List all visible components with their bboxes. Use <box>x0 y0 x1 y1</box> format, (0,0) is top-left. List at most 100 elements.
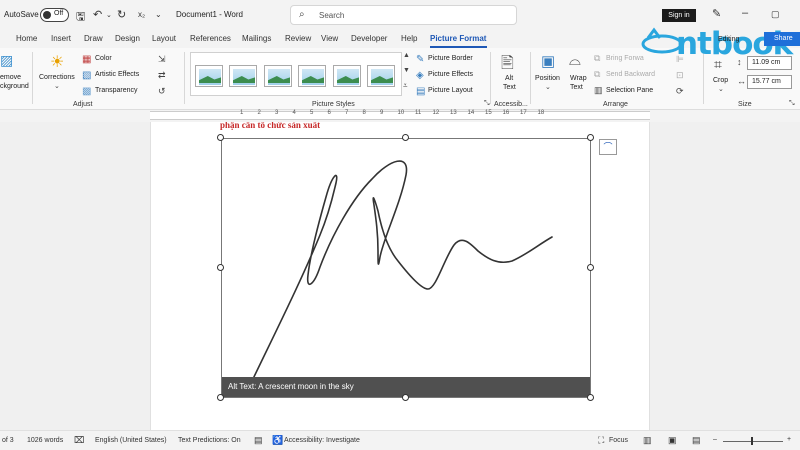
accessibility-status[interactable]: Accessibility: Investigate <box>284 437 360 444</box>
resize-handle-top[interactable] <box>402 134 409 141</box>
group-objects-icon[interactable]: ⊡ <box>676 70 684 81</box>
ruler-number: 11 <box>415 110 422 116</box>
size-launcher-icon[interactable]: ⤡ <box>789 100 795 108</box>
save-icon[interactable]: 🖫 <box>76 8 85 27</box>
transparency-button[interactable]: Transparency <box>95 87 138 94</box>
picture-styles-launcher-icon[interactable]: ⤡ <box>484 100 490 108</box>
document-heading-text[interactable]: phận cần tổ chức sản xuất <box>220 122 320 130</box>
reset-picture-icon[interactable]: ↺ <box>158 86 166 97</box>
group-arrange-label: Arrange <box>603 101 628 108</box>
resize-handle-bottom[interactable] <box>402 394 409 401</box>
wrap-text-icon[interactable]: ⌓ <box>569 52 581 69</box>
tab-mailings[interactable]: Mailings <box>242 34 271 43</box>
customize-qat-icon[interactable]: ⌄ <box>155 10 162 19</box>
tab-draw[interactable]: Draw <box>84 34 103 43</box>
focus-icon[interactable]: ⛶ <box>598 435 604 446</box>
zoom-slider-knob[interactable] <box>751 437 753 445</box>
gallery-scroll-down-icon[interactable]: ▼ <box>403 67 410 74</box>
wrap-text-label-2[interactable]: Text <box>570 84 583 91</box>
shape-width-input[interactable]: 15.77 cm <box>747 75 792 89</box>
selected-picture[interactable]: Alt Text: A crescent moon in the sky <box>221 138 591 398</box>
autosave-toggle[interactable]: Off <box>40 8 69 22</box>
color-button[interactable]: Color <box>95 55 112 62</box>
restore-icon[interactable]: ▢ <box>771 9 780 20</box>
print-layout-icon[interactable]: ▣ <box>668 435 677 446</box>
resize-handle-top-left[interactable] <box>217 134 224 141</box>
search-box[interactable]: ⌕ Search <box>290 5 517 25</box>
crop-dropdown-icon[interactable]: ⌄ <box>718 85 724 93</box>
picture-style-thumbnail[interactable] <box>333 65 361 87</box>
pen-icon[interactable]: ✎ <box>712 7 721 20</box>
corrections-icon[interactable]: ☀ <box>50 52 64 72</box>
tab-design[interactable]: Design <box>115 34 140 43</box>
text-predictions-status[interactable]: Text Predictions: On <box>178 437 241 444</box>
group-adjust-label: Adjust <box>73 101 93 108</box>
undo-dropdown-icon[interactable]: ⌄ <box>106 11 112 19</box>
tab-picture-format[interactable]: Picture Format <box>430 34 486 43</box>
tab-help[interactable]: Help <box>401 34 417 43</box>
tab-layout[interactable]: Layout <box>152 34 176 43</box>
corrections-button[interactable]: Corrections <box>39 74 75 81</box>
page-count[interactable]: of 3 <box>2 437 14 444</box>
zoom-slider[interactable] <box>723 441 783 442</box>
resize-handle-bottom-right[interactable] <box>587 394 594 401</box>
picture-layout-button[interactable]: Picture Layout <box>428 87 473 94</box>
editing-mode-button[interactable]: Editing <box>718 36 739 43</box>
wrap-text-label-1[interactable]: Wrap <box>570 75 587 82</box>
alt-text-label-2[interactable]: Text <box>503 84 516 91</box>
remove-background-label-1[interactable]: emove <box>0 74 21 81</box>
picture-border-button[interactable]: Picture Border <box>428 55 473 62</box>
selection-pane-button[interactable]: Selection Pane <box>606 87 653 94</box>
resize-handle-right[interactable] <box>587 264 594 271</box>
picture-style-thumbnail[interactable] <box>264 65 292 87</box>
alt-text-label-1[interactable]: Alt <box>505 75 513 82</box>
position-button[interactable]: Position <box>535 75 560 82</box>
layout-options-icon[interactable]: ⌒ <box>599 139 617 155</box>
corrections-dropdown-icon[interactable]: ⌄ <box>54 82 60 90</box>
zoom-out-icon[interactable]: – <box>713 436 717 443</box>
resize-handle-left[interactable] <box>217 264 224 271</box>
accessibility-icon[interactable]: ♿ <box>272 435 283 446</box>
gallery-scroll-up-icon[interactable]: ▲ <box>403 52 410 59</box>
read-mode-icon[interactable]: ▥ <box>643 435 652 446</box>
proofing-icon[interactable]: ⌧ <box>74 435 84 446</box>
redo-icon[interactable]: ↻ <box>117 8 126 21</box>
picture-style-thumbnail[interactable] <box>229 65 257 87</box>
sign-in-button[interactable]: Sign in <box>662 9 696 22</box>
word-count[interactable]: 1026 words <box>27 437 63 444</box>
artistic-effects-button[interactable]: Artistic Effects <box>95 71 139 78</box>
position-icon[interactable]: ▣ <box>541 52 555 70</box>
picture-effects-button[interactable]: Picture Effects <box>428 71 473 78</box>
tab-references[interactable]: References <box>190 34 231 43</box>
focus-button[interactable]: Focus <box>609 437 628 444</box>
web-layout-icon[interactable]: ▤ <box>692 435 701 446</box>
picture-style-thumbnail[interactable] <box>367 65 395 87</box>
send-backward-button[interactable]: Send Backward <box>606 71 655 78</box>
language-status[interactable]: English (United States) <box>95 437 167 444</box>
undo-icon[interactable]: ↶ <box>93 8 102 21</box>
ruler-number: 4 <box>292 110 296 116</box>
remove-background-label-2[interactable]: ckground <box>0 83 29 90</box>
minimize-icon[interactable]: – <box>742 7 748 19</box>
crop-button[interactable]: Crop <box>713 77 728 84</box>
share-button[interactable]: Share <box>764 32 800 46</box>
resize-handle-top-right[interactable] <box>587 134 594 141</box>
remove-background-icon[interactable]: ▨ <box>0 52 13 69</box>
rotate-icon[interactable]: ⟳ <box>676 86 684 97</box>
subscript-icon[interactable]: x₂ <box>138 10 145 19</box>
position-dropdown-icon[interactable]: ⌄ <box>545 83 551 91</box>
compress-pictures-icon[interactable]: ⇲ <box>158 54 166 65</box>
zoom-in-icon[interactable]: + <box>787 436 791 443</box>
gallery-more-icon[interactable]: ⩡ <box>403 81 408 91</box>
change-picture-icon[interactable]: ⇄ <box>158 70 166 81</box>
picture-style-thumbnail[interactable] <box>298 65 326 87</box>
macro-icon[interactable]: ▤ <box>254 435 263 446</box>
picture-style-thumbnail[interactable] <box>195 65 223 87</box>
tab-review[interactable]: Review <box>285 34 311 43</box>
tab-insert[interactable]: Insert <box>51 34 71 43</box>
tab-developer[interactable]: Developer <box>351 34 387 43</box>
tab-home[interactable]: Home <box>16 34 37 43</box>
tab-view[interactable]: View <box>321 34 338 43</box>
bring-forward-button[interactable]: Bring Forwa <box>606 55 644 62</box>
resize-handle-bottom-left[interactable] <box>217 394 224 401</box>
